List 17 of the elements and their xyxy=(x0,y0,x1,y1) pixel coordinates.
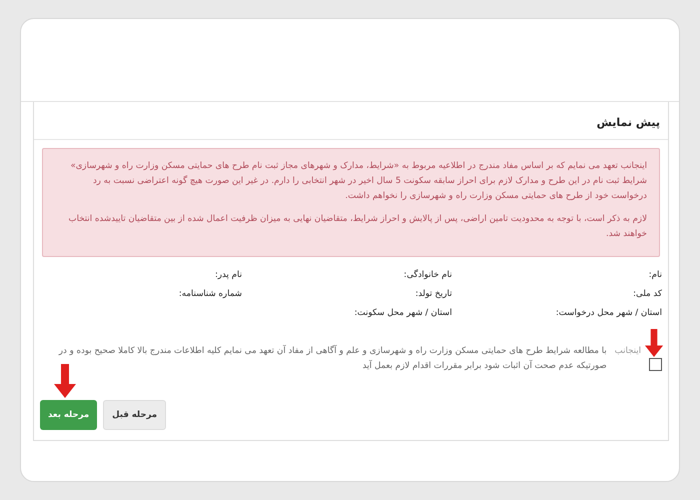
back-button[interactable]: مرحله قبل xyxy=(103,400,166,430)
field-label: نام پدر: xyxy=(214,269,242,282)
field-label: استان / شهر محل درخواست: xyxy=(554,307,662,320)
panel-title: پیش نمایش xyxy=(34,102,668,140)
arrow-icon xyxy=(643,329,665,357)
checkbox-label: اینجانب xyxy=(614,345,641,358)
arrow-icon xyxy=(54,364,76,398)
field-label: نام خانوادگی: xyxy=(402,269,452,282)
field-label: تاریخ تولد: xyxy=(414,288,452,301)
field-label: شماره شناسنامه: xyxy=(178,288,242,301)
checkbox[interactable] xyxy=(649,358,662,371)
alert-text: لازم به ذکر است، با توجه به محدودیت تامین اراضی، پس از پالایش و احراز شرایط، متقاضیان نهایی به میزان ظرفیت اعمال شده از بین متقاضیان تاییدشده انتخاب خواهند شد. xyxy=(68,213,647,241)
field-label: نام: xyxy=(648,269,662,282)
field-label: استان / شهر محل سکونت: xyxy=(353,307,452,320)
agreement-text: با مطالعه شرایط طرح های حمایتی مسکن وزارت راه و شهرسازی و علم و آگاهی از مفاد آن تعهد می نمایم کلیه اطلاعات مندرج بالا کاملا صحیح بوده و در صورتیکه عدم صحت آن اثبات شود برابر مقررات اقدام لازم بعمل آید xyxy=(58,344,607,373)
alert-text: اینجانب تعهد می نمایم که بر اساس مفاد مندرج در اطلاعیه مربوط به «شرایط، مدارک و شهرهای مجاز ثبت نام طرح های حمایتی مسکن وزارت راه و شهرسازی» شرایط ثبت نام در این طرح و مدارک لازم برای احراز سابقه سکونت 5 سال اخیر در شهر انتخابی را دارم. در غیر این صورت هیچ گونه اعتراضی نسبت به رد درخواست خود از طرح های حمایتی مسکن وزارت راه و شهرسازی را نخواهم داشت. xyxy=(69,160,647,203)
field-label: کد ملی: xyxy=(632,288,662,301)
